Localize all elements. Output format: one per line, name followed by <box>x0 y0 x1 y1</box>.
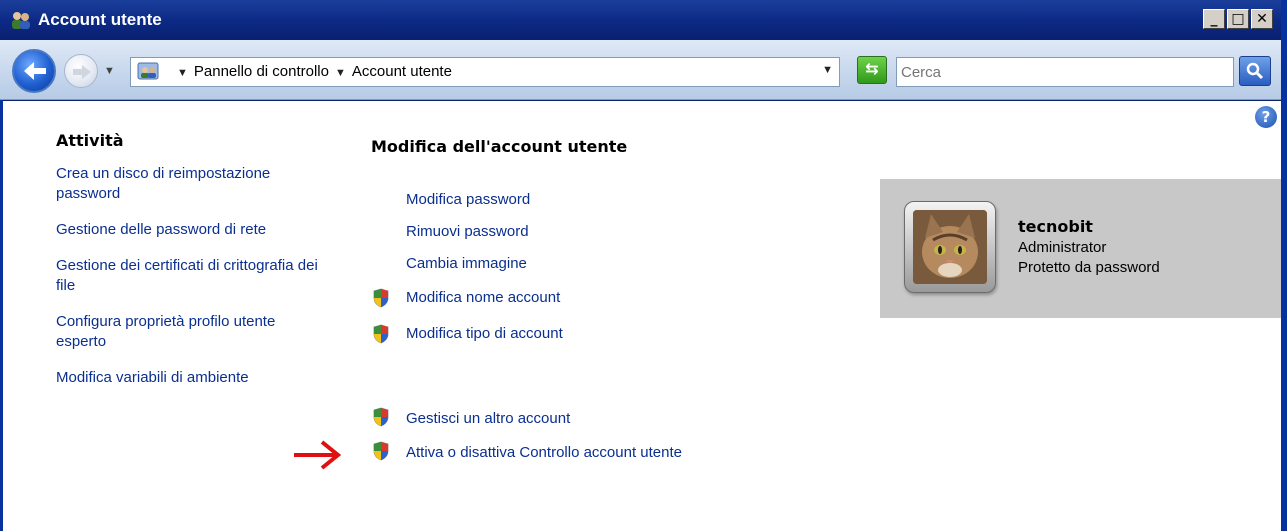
window-border-right <box>1281 0 1287 531</box>
breadcrumb-control-panel[interactable]: Pannello di controllo <box>194 63 329 80</box>
task-environment-variables[interactable]: Modifica variabili di ambiente <box>56 368 326 388</box>
search-button[interactable] <box>1239 56 1271 86</box>
history-dropdown-icon[interactable]: ▼ <box>104 65 115 77</box>
chevron-right-icon[interactable]: ▼ <box>177 67 188 79</box>
title-bar[interactable]: Account utente _ □ ✕ <box>0 0 1281 40</box>
search-input[interactable] <box>901 62 1221 82</box>
tasks-panel: Attività Crea un disco di reimpostazione… <box>56 131 326 388</box>
refresh-button[interactable]: ⇆ <box>857 56 887 84</box>
forward-button[interactable] <box>64 54 98 88</box>
avatar[interactable] <box>904 201 996 293</box>
shield-icon <box>373 288 389 308</box>
address-bar[interactable]: ▼ Pannello di controllo ▼ Account utente ▼ <box>130 57 840 87</box>
maximize-icon: □ <box>1231 11 1245 27</box>
search-icon <box>1246 62 1264 80</box>
window-border-left <box>0 101 3 531</box>
close-icon: ✕ <box>1256 11 1268 27</box>
help-icon[interactable]: ? <box>1255 106 1277 128</box>
user-password-status: Protetto da password <box>1018 259 1160 276</box>
task-create-reset-disk[interactable]: Crea un disco di reimpostazione password <box>56 164 326 204</box>
minimize-button[interactable]: _ <box>1203 9 1225 29</box>
back-button[interactable] <box>12 49 56 93</box>
link-remove-password[interactable]: Rimuovi password <box>406 223 529 240</box>
task-manage-network-passwords[interactable]: Gestione delle password di rete <box>56 220 326 240</box>
window-title: Account utente <box>38 10 162 29</box>
minimize-icon: _ <box>1210 11 1218 27</box>
link-change-picture[interactable]: Cambia immagine <box>406 255 527 272</box>
content-area: ? Attività Crea un disco di reimpostazio… <box>0 101 1284 531</box>
arrow-left-icon <box>24 62 46 80</box>
link-toggle-uac[interactable]: Attiva o disattiva Controllo account ute… <box>406 444 682 461</box>
maximize-button[interactable]: □ <box>1227 9 1249 29</box>
refresh-icon: ⇆ <box>865 59 879 78</box>
search-box[interactable] <box>896 57 1234 87</box>
chevron-right-icon[interactable]: ▼ <box>335 67 346 79</box>
control-panel-icon <box>137 62 159 80</box>
link-change-account-type[interactable]: Modifica tipo di account <box>406 325 563 342</box>
shield-icon <box>373 407 389 427</box>
link-change-account-name[interactable]: Modifica nome account <box>406 289 560 306</box>
link-change-password[interactable]: Modifica password <box>406 191 530 208</box>
close-button[interactable]: ✕ <box>1251 9 1273 29</box>
user-role: Administrator <box>1018 239 1107 256</box>
shield-icon <box>373 324 389 344</box>
main-title: Modifica dell'account utente <box>371 137 628 156</box>
kitten-picture <box>913 210 987 284</box>
user-account-panel: tecnobit Administrator Protetto da passw… <box>880 179 1284 318</box>
users-icon <box>12 12 30 29</box>
address-dropdown-icon[interactable]: ▼ <box>822 64 833 76</box>
navigation-bar: ▼ ▼ Pannello di controllo ▼ Account utente … <box>0 40 1281 100</box>
task-manage-file-certificates[interactable]: Gestione dei certificati di crittografia… <box>56 256 326 296</box>
shield-icon <box>373 441 389 461</box>
task-advanced-profile-properties[interactable]: Configura proprietà profilo utente esper… <box>56 312 326 352</box>
link-manage-another-account[interactable]: Gestisci un altro account <box>406 410 570 427</box>
arrow-right-icon <box>73 65 91 79</box>
red-arrow-icon <box>294 440 342 470</box>
breadcrumb-user-accounts[interactable]: Account utente <box>352 63 452 80</box>
tasks-title: Attività <box>56 131 124 150</box>
user-name: tecnobit <box>1018 217 1093 236</box>
